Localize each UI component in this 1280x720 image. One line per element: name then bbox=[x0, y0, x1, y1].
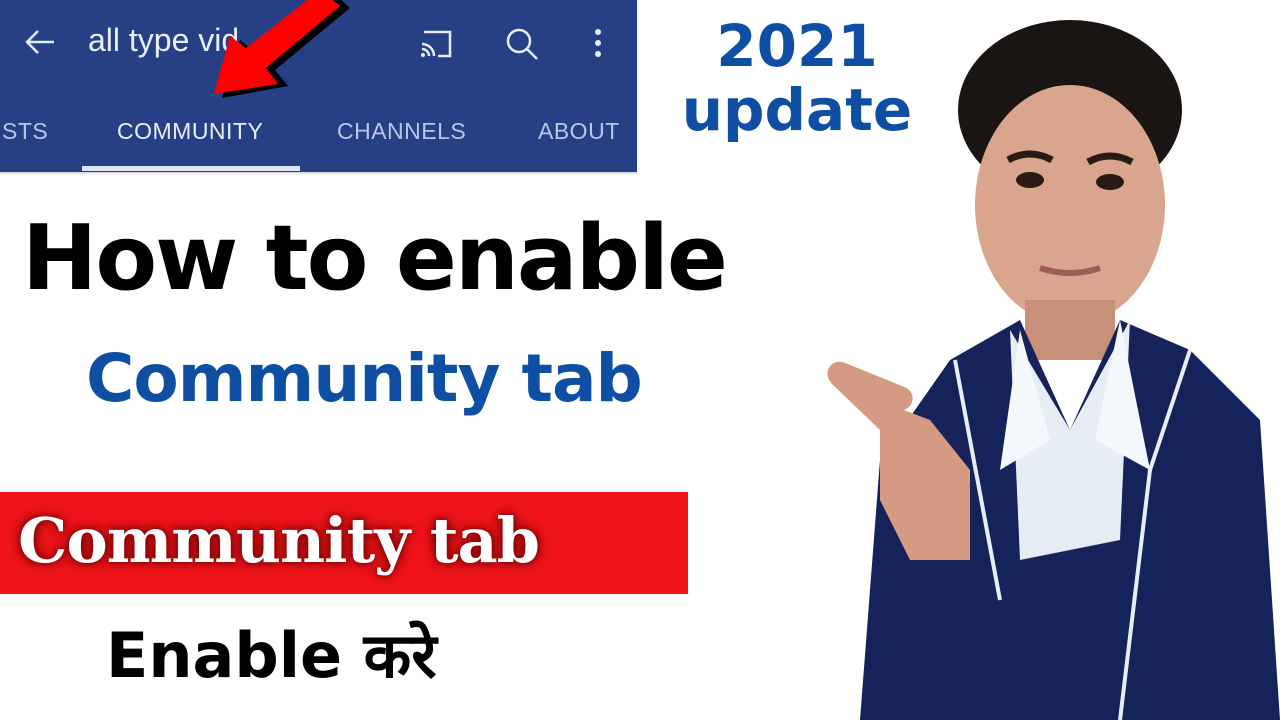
tab-community[interactable]: COMMUNITY bbox=[117, 118, 263, 145]
channel-tabs: STS COMMUNITY CHANNELS ABOUT bbox=[0, 108, 637, 158]
app-bar-shadow bbox=[0, 172, 637, 175]
tab-channels[interactable]: CHANNELS bbox=[337, 118, 466, 145]
red-banner: Community tab bbox=[0, 492, 688, 594]
tab-about[interactable]: ABOUT bbox=[538, 118, 620, 145]
headline-line2: Community tab bbox=[86, 340, 643, 417]
cast-icon[interactable] bbox=[416, 24, 456, 64]
active-tab-indicator bbox=[82, 166, 300, 171]
presenter-photo bbox=[827, 20, 1280, 720]
headline-line1: How to enable bbox=[22, 206, 728, 311]
search-icon[interactable] bbox=[502, 24, 542, 64]
footer-text: Enable करे bbox=[106, 619, 437, 692]
more-vertical-icon[interactable] bbox=[578, 24, 618, 64]
banner-text: Community tab bbox=[18, 504, 540, 577]
tab-posts[interactable]: STS bbox=[2, 118, 48, 145]
pointer-arrow-icon bbox=[214, 0, 350, 98]
back-arrow-icon[interactable] bbox=[20, 22, 60, 62]
